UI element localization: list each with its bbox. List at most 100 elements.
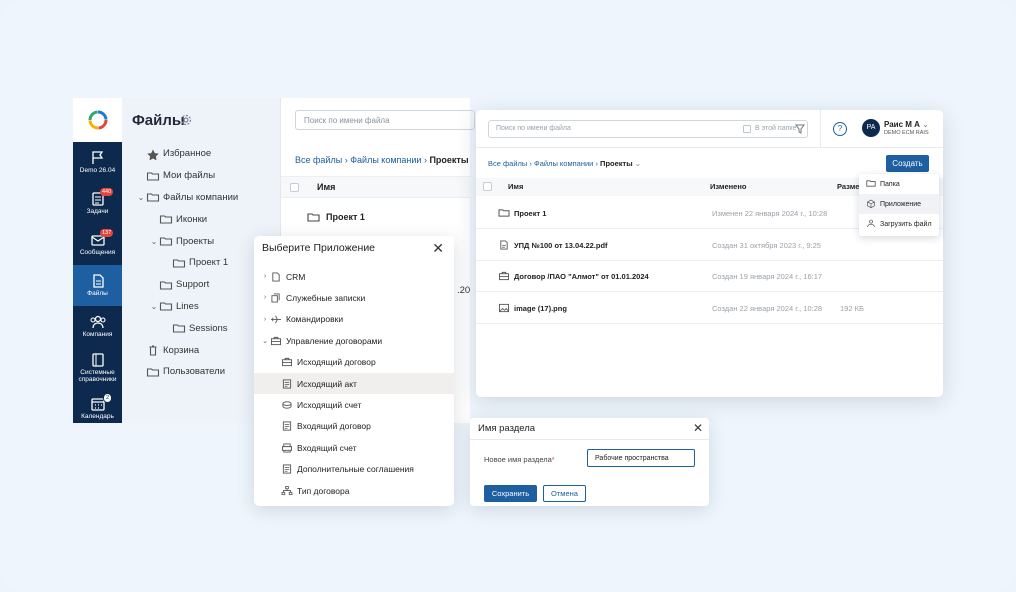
app-item-icon [270,293,282,303]
breadcrumb-all-files[interactable]: Все файлы [295,155,342,165]
rail-item-messages[interactable]: 137 Сообщения [73,224,122,265]
cancel-button[interactable]: Отмена [543,485,586,502]
folder-tree-item[interactable]: Мои файлы [122,165,280,187]
row-date: Изменен 22 января 2024 г., 10:28 [712,209,828,218]
trash-icon [149,345,157,356]
briefcase-icon [271,336,281,345]
chevron-down-icon: ⌄ [922,120,929,129]
section-name-input[interactable]: Рабочие пространства [587,449,695,467]
tree-item-label: Иконки [176,213,208,225]
app-list-item[interactable]: Исходящий счет [254,394,454,415]
breadcrumb-all-files[interactable]: Все файлы [488,159,527,168]
search-input[interactable]: Поиск по имени файла В этой папке [488,120,808,138]
app-item-label: Командировки [286,314,344,325]
tree-item-label: Корзина [163,344,200,356]
row-icon [498,239,510,252]
save-button[interactable]: Сохранить [484,485,537,502]
breadcrumb-current[interactable]: Проекты [600,159,633,168]
tree-item-label: Проект 1 [189,257,229,269]
star-icon [147,149,159,161]
table-row[interactable]: image (17).png Создан 22 января 2024 г., … [476,293,943,324]
app-list-item[interactable]: ⌄ Управление договорами [254,330,454,351]
app-item-label: Исходящий договор [297,357,376,368]
app-list-item[interactable]: Исходящий акт [254,373,454,394]
search-input[interactable]: Поиск по имени файла [295,110,475,130]
rail-item-demo[interactable]: Demo 26.04 [73,142,122,183]
app-list-item[interactable]: › CRM [254,266,454,287]
app-list-item[interactable]: › Командировки [254,309,454,330]
column-name[interactable]: Имя [508,182,523,191]
image-icon [499,303,509,312]
rail-item-calendar[interactable]: 2 Календарь [73,388,122,423]
app-logo[interactable] [73,98,122,142]
rail-item-company[interactable]: Компания [73,306,122,347]
dropdown-item-icon [866,179,876,190]
row-name[interactable]: УПД №100 от 13.04.22.pdf [514,241,608,250]
user-name[interactable]: Раис М А ⌄ [884,120,929,129]
avatar[interactable]: PA [862,119,880,137]
required-mark: * [551,455,555,464]
column-size[interactable]: Разме [837,182,859,191]
rail-label: Сообщения [79,249,116,257]
chevron-icon[interactable]: › [260,273,270,280]
folder-tree-item[interactable]: ⌄ Файлы компании [122,187,280,209]
select-all-checkbox[interactable] [483,182,492,191]
app-list-item[interactable]: Входящий договор [254,416,454,437]
folder-icon [866,179,876,187]
breadcrumb-company-files[interactable]: Файлы компании [534,159,593,168]
close-icon[interactable]: ✕ [432,241,444,255]
section-name-dialog: Имя раздела ✕ Новое имя раздела* Рабочие… [470,418,709,506]
table-row[interactable]: Договор /ПАО "Алмот" от 01.01.2024 Создан… [476,261,943,292]
dropdown-item[interactable]: Приложение [859,194,939,214]
row-name[interactable]: image (17).png [514,304,567,313]
in-folder-checkbox[interactable] [743,125,751,133]
row-name[interactable]: Договор /ПАО "Алмот" от 01.01.2024 [514,272,649,281]
tree-item-icon [159,301,173,312]
breadcrumb-company-files[interactable]: Файлы компании [350,155,421,165]
app-list-item[interactable]: Тип договора [254,480,454,501]
app-item-label: CRM [286,271,306,282]
folder-tree-item[interactable]: Иконки [122,208,280,230]
dropdown-item[interactable]: Папка [859,174,939,194]
hierarchy-icon [281,485,293,495]
folder-tree-item[interactable]: Избранное [122,143,280,165]
row-name[interactable]: Проект 1 [514,209,546,218]
book-icon [91,353,104,367]
help-icon[interactable]: ? [833,122,847,136]
chevron-down-icon[interactable]: ⌄ [149,237,159,246]
app-list-item[interactable]: › Служебные записки [254,287,454,308]
rail-label: Системные справочники [78,368,117,383]
chevron-icon[interactable]: › [260,294,270,301]
field-label: Новое имя раздела* [484,455,555,464]
rail-item-files[interactable]: Файлы [73,265,122,306]
column-name[interactable]: Имя [317,182,335,192]
select-all-checkbox[interactable] [290,183,299,192]
app-list-item[interactable]: Входящий счет [254,437,454,458]
filter-icon[interactable] [795,124,805,134]
rail-item-directories[interactable]: Системные справочники [73,347,122,388]
chevron-icon[interactable]: › [260,316,270,323]
column-changed[interactable]: Изменено [710,182,746,191]
printer-icon [282,443,292,453]
gear-icon[interactable] [180,114,192,126]
app-list-item[interactable]: Дополнительные соглашения [254,459,454,480]
tree-item-icon [172,258,186,268]
doc-lines-icon [282,421,292,431]
flag-icon [91,151,103,165]
close-icon[interactable]: ✕ [693,421,703,435]
row-date: Создан 19 января 2024 г., 16:17 [712,272,823,281]
row-icon [498,208,510,220]
chevron-down-icon[interactable]: ⌄ [149,302,159,311]
upload-icon [867,219,875,227]
page-title: Файлы [132,112,185,129]
app-list-item[interactable]: Исходящий договор [254,352,454,373]
chevron-down-icon[interactable]: ⌄ [136,193,146,202]
table-row[interactable]: Проект 1 [307,212,365,222]
dropdown-item[interactable]: Загрузить файл [859,214,939,234]
create-button[interactable]: Создать [886,155,929,172]
rail-label: Задачи [86,208,109,216]
pdf-icon [500,239,508,250]
tree-item-icon [159,214,173,224]
rail-item-tasks[interactable]: 440 Задачи [73,183,122,224]
chevron-icon[interactable]: ⌄ [260,337,270,345]
